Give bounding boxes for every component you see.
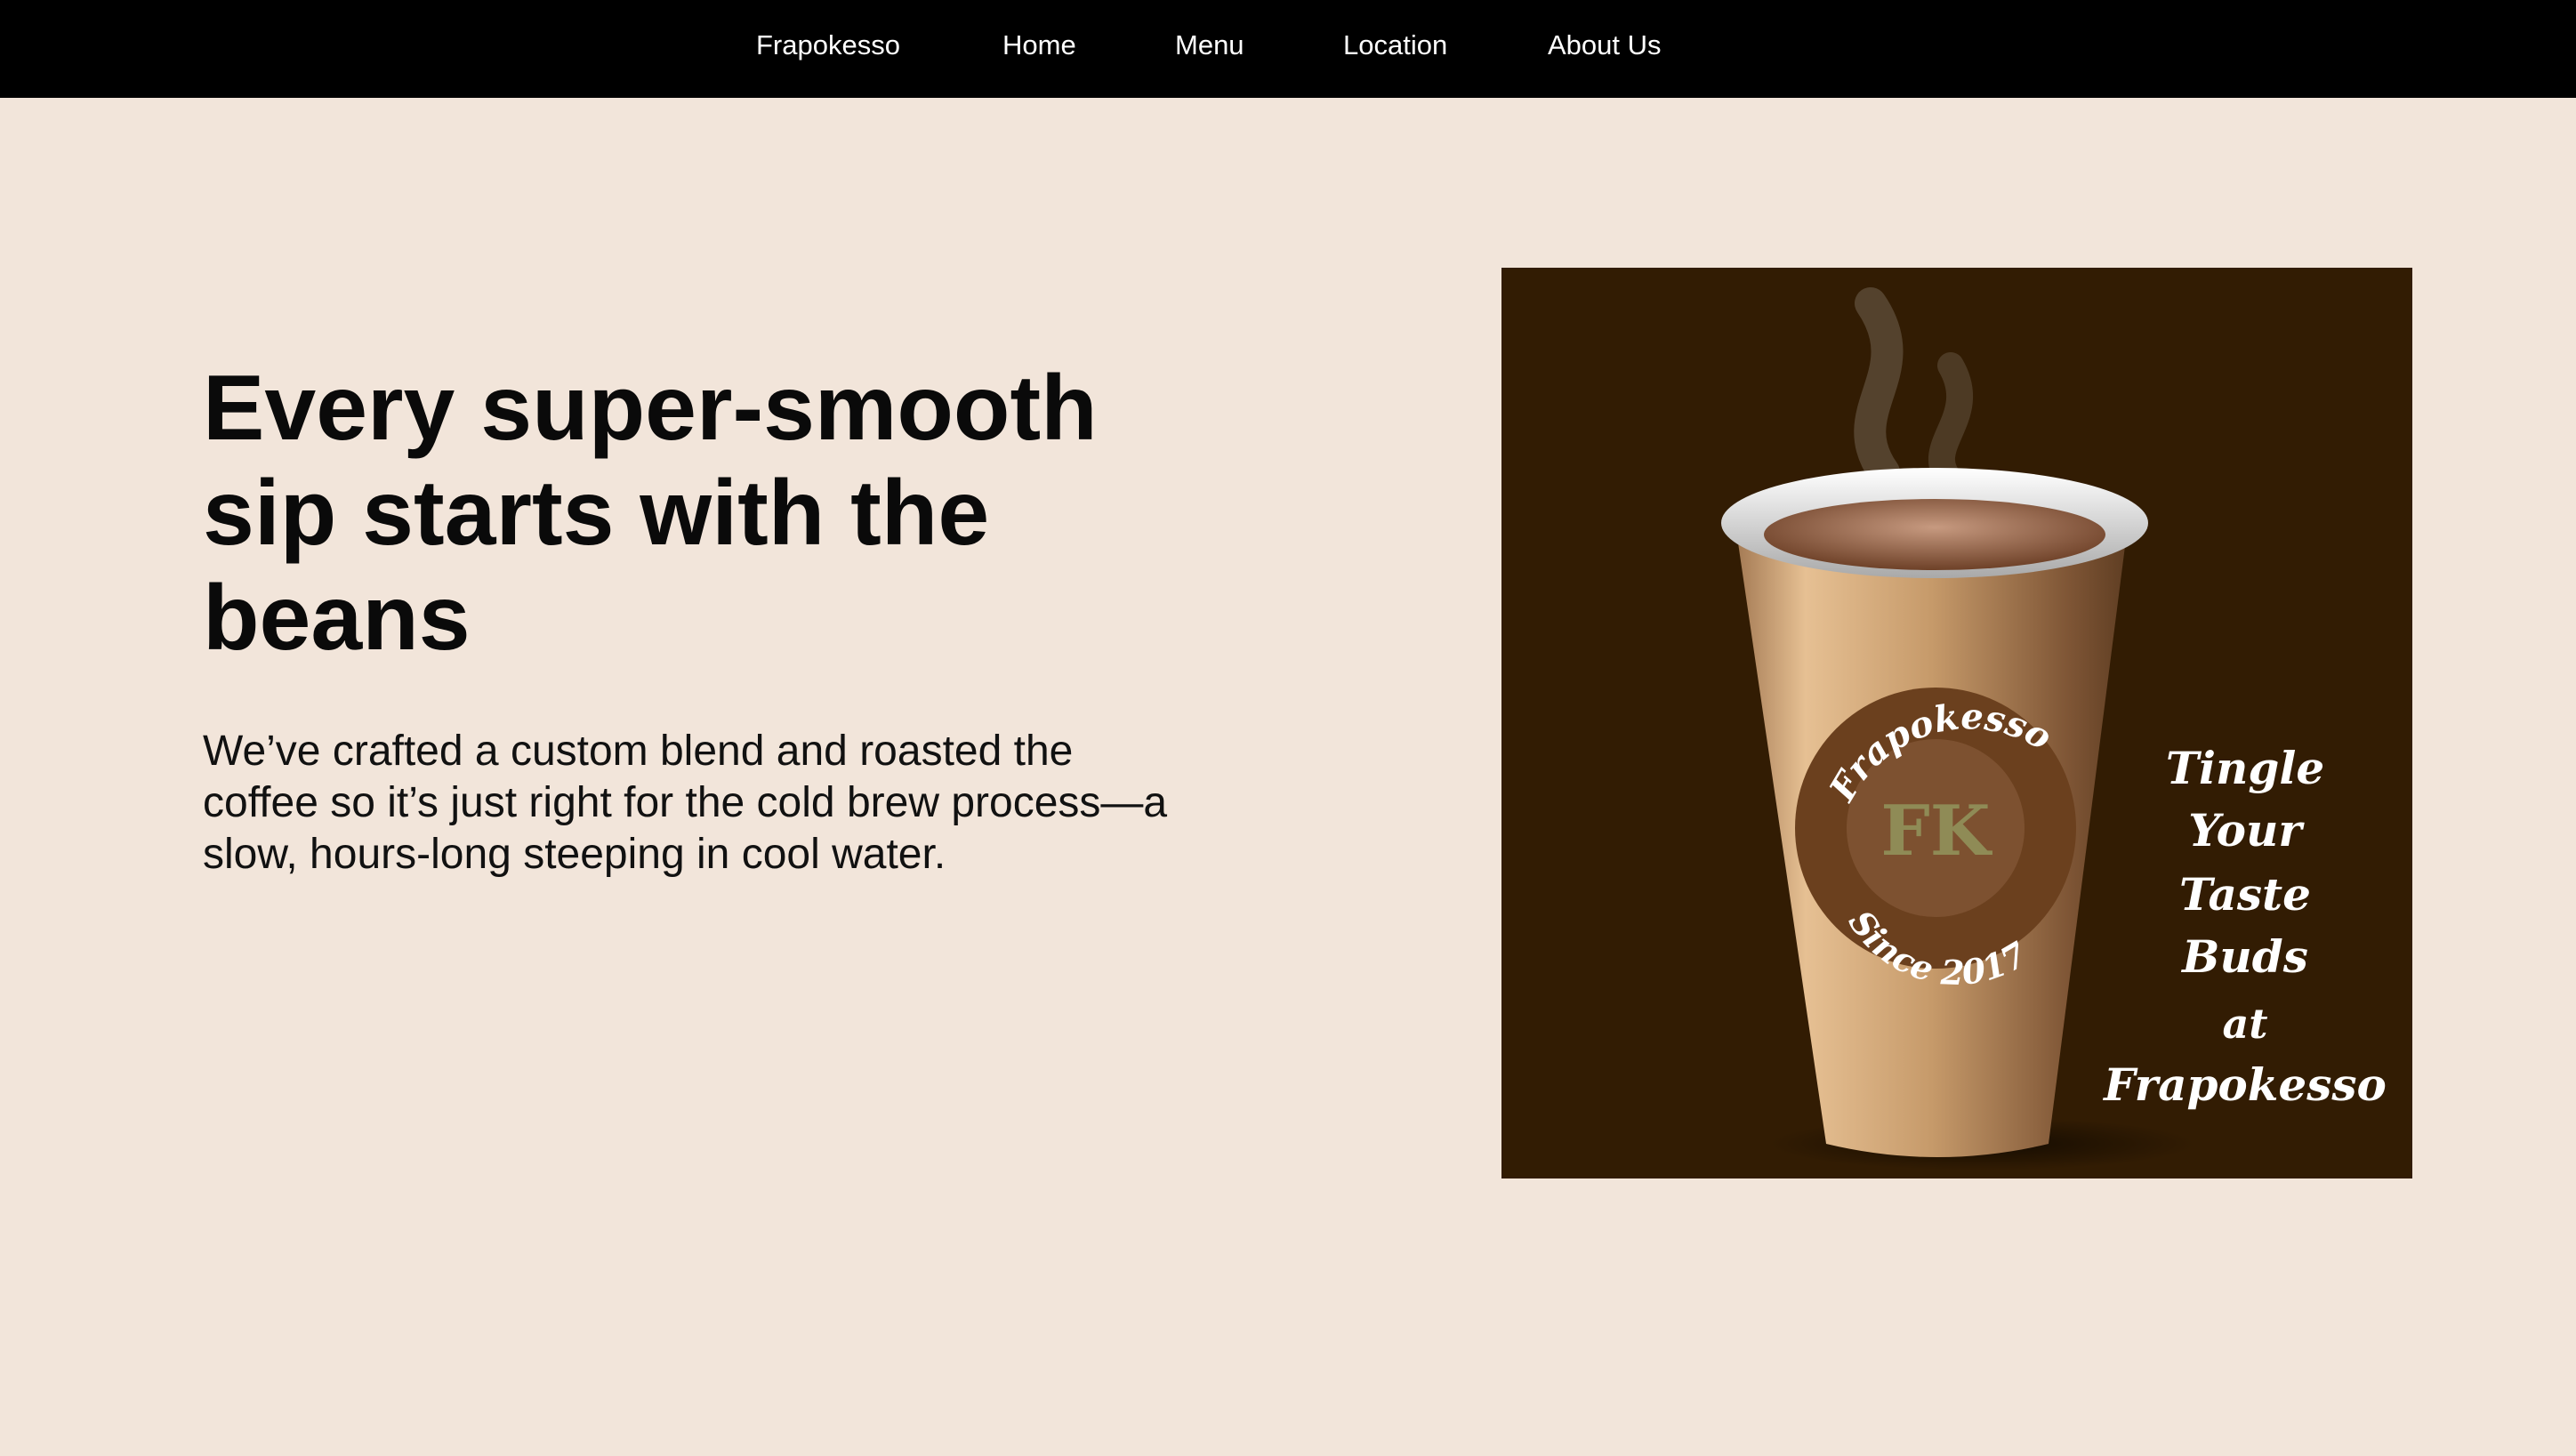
- tagline-line-5: at: [2222, 1000, 2267, 1048]
- nav-brand-link[interactable]: Frapokesso: [756, 0, 900, 91]
- cup-coffee: [1764, 499, 2105, 570]
- tagline-line-6: Frapokesso: [2102, 1058, 2387, 1111]
- hero-headline: Every super-smooth sip starts with the b…: [203, 357, 1098, 670]
- nav-about-us-link[interactable]: About Us: [1548, 0, 1662, 91]
- tagline-line-2: Your: [2188, 804, 2305, 857]
- tagline-line-4: Buds: [2180, 930, 2308, 983]
- tagline: Tingle Your Taste Buds at Frapokesso: [2102, 742, 2387, 1111]
- hero-description: We’ve crafted a custom blend and roasted…: [203, 728, 1168, 878]
- coffee-cup-promo-image: Frapokesso FK Since 2017 Tingle Your Tas…: [1501, 268, 2412, 1178]
- top-navbar: Frapokesso Home Menu Location About Us: [0, 0, 2576, 98]
- nav-menu-link[interactable]: Menu: [1175, 0, 1244, 91]
- tagline-line-1: Tingle: [2166, 742, 2324, 794]
- nav-location-link[interactable]: Location: [1343, 0, 1447, 91]
- tagline-line-3: Taste: [2179, 868, 2311, 921]
- badge-monogram: FK: [1880, 791, 1992, 872]
- steam-wisps: [1854, 287, 1974, 495]
- nav-home-link[interactable]: Home: [1002, 0, 1076, 91]
